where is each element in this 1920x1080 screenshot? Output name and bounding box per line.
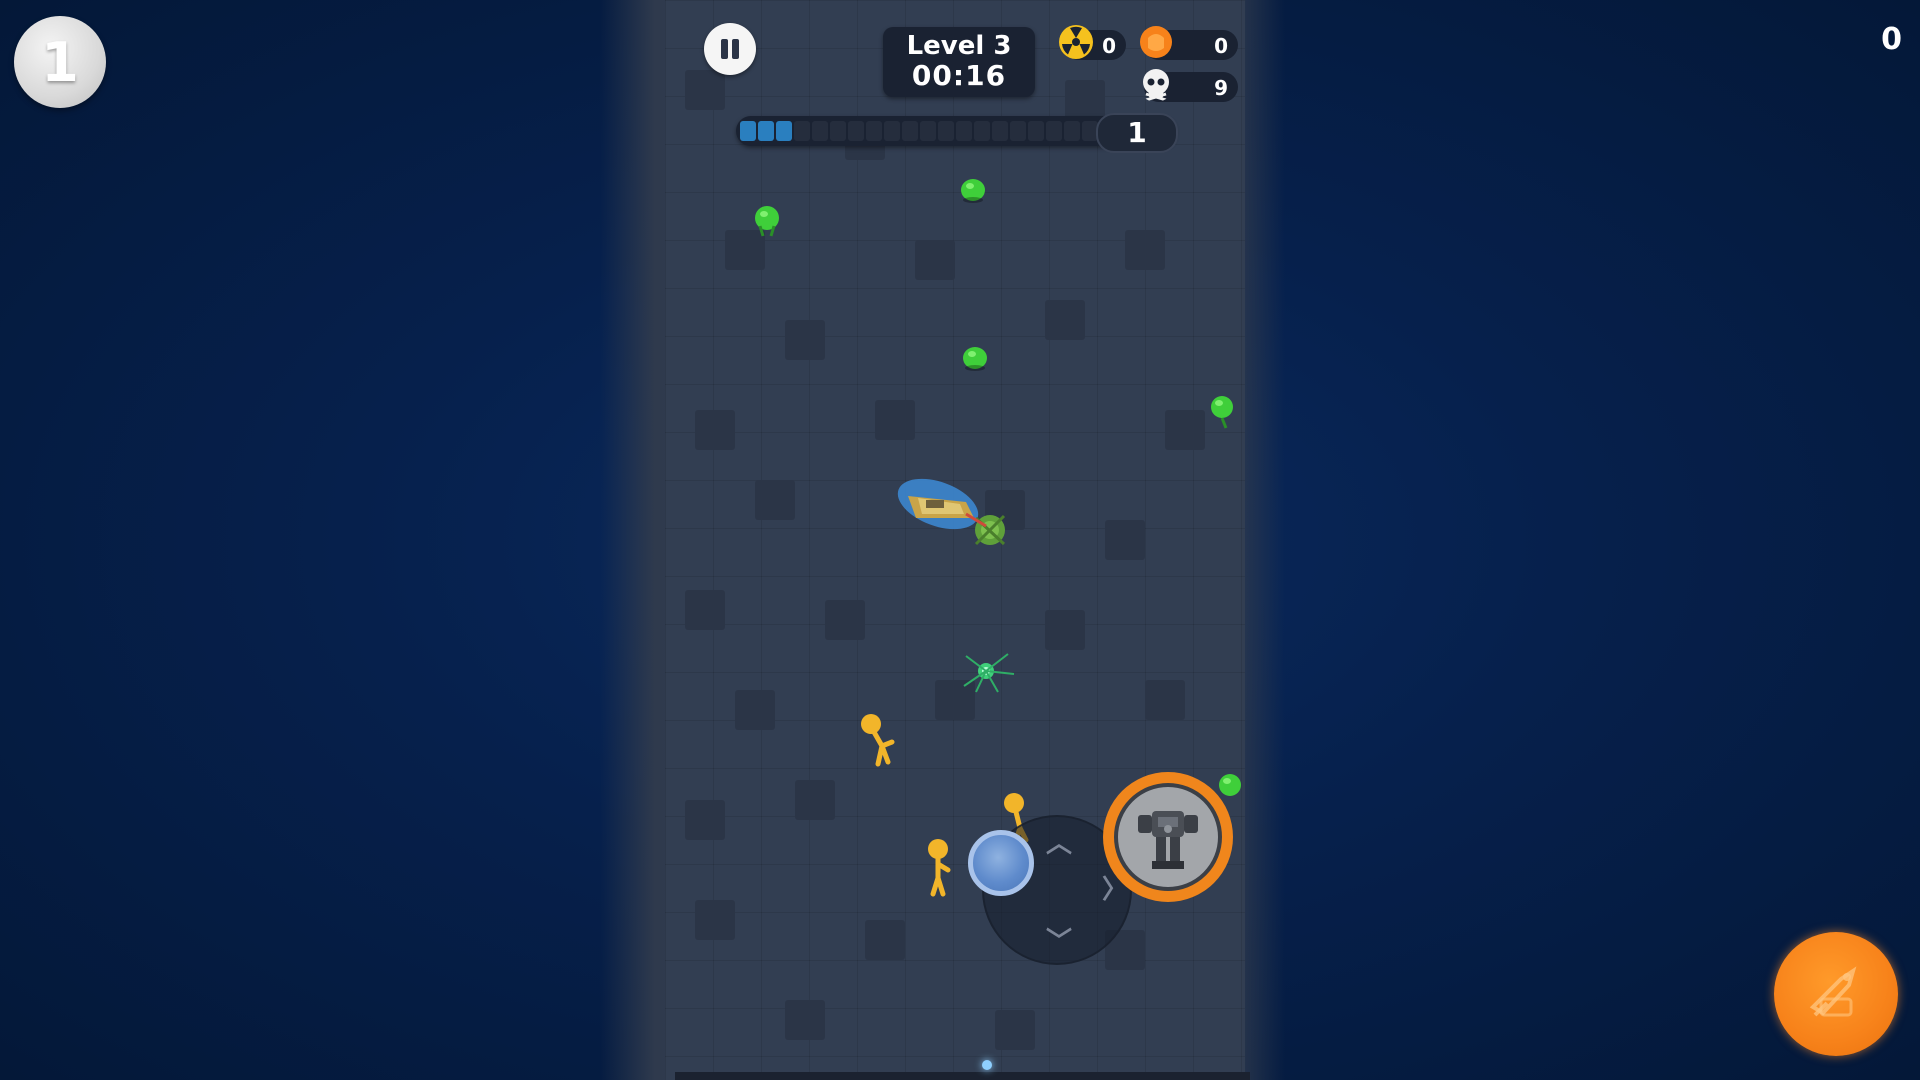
- rocket-special-icon: [1809, 966, 1857, 1017]
- spark-effect: [982, 1060, 992, 1070]
- enemy-slime: [1211, 396, 1233, 429]
- score-counter: 0: [1881, 22, 1902, 57]
- hit-splash-effect: [963, 653, 1015, 693]
- ally-survivor: [928, 839, 951, 897]
- coin-stat: 0: [1140, 26, 1238, 60]
- xp-progress-segment: [992, 121, 1008, 141]
- xp-progress-segment: [740, 121, 756, 141]
- level-title: Level 3: [906, 31, 1012, 61]
- radiation-icon: [1059, 25, 1093, 59]
- chevron-up-icon: ︿: [1046, 829, 1073, 859]
- special-ability-button[interactable]: [1774, 932, 1898, 1056]
- enemy-slime: [755, 206, 779, 237]
- chevron-down-icon: ﹀: [1046, 927, 1073, 957]
- xp-progress-segment: [812, 121, 828, 141]
- xp-progress-segment: [848, 121, 864, 141]
- enemy-slime: [961, 179, 985, 203]
- xp-progress-segment: [974, 121, 990, 141]
- kill-count: 9: [1214, 76, 1228, 100]
- xp-progress-segment: [956, 121, 972, 141]
- coin-count: 0: [1214, 34, 1228, 58]
- xp-progress-segment: [920, 121, 936, 141]
- xp-progress-segment: [794, 121, 810, 141]
- xp-progress-level: 1: [1096, 113, 1178, 153]
- skull-icon: [1143, 69, 1169, 102]
- coin-icon: [1140, 26, 1172, 58]
- xp-progress-segment: [1046, 121, 1062, 141]
- mech-robot-icon: [1138, 811, 1198, 869]
- radiation-stat: 0: [1059, 25, 1126, 60]
- xp-progress-segment: [902, 121, 918, 141]
- xp-progress-segment: [1064, 121, 1080, 141]
- level-timer-panel: Level 3 00:16: [883, 27, 1035, 97]
- kill-stat: 9: [1143, 69, 1238, 102]
- player-vehicle: [897, 478, 1006, 546]
- enemy-slime: [963, 347, 987, 371]
- xp-progress-segment: [1010, 121, 1026, 141]
- xp-progress-segment: [758, 121, 774, 141]
- level-timer: 00:16: [911, 59, 1007, 92]
- game-stage[interactable]: ︿ 〉 ﹀ 1 0 Level 3 00:16 0 0 9 1: [0, 0, 1920, 1080]
- player-level-value: 1: [41, 30, 79, 94]
- joystick-knob[interactable]: [968, 830, 1034, 896]
- xp-progress-bar: 1: [736, 113, 1178, 153]
- ally-survivor: [861, 714, 895, 767]
- xp-progress-segment: [884, 121, 900, 141]
- arena-bottom-edge: [675, 1072, 1250, 1080]
- xp-progress-segment: [866, 121, 882, 141]
- xp-progress-track: [740, 121, 1100, 141]
- xp-progress-segment: [776, 121, 792, 141]
- radiation-count: 0: [1102, 34, 1116, 58]
- mech-summon-button[interactable]: [1103, 772, 1233, 902]
- player-level-badge: 1: [14, 16, 106, 108]
- pause-icon: [719, 39, 741, 59]
- mech-button-face: [1114, 783, 1222, 891]
- xp-progress-segment: [830, 121, 846, 141]
- pause-button[interactable]: [704, 23, 756, 75]
- xp-progress-segment: [938, 121, 954, 141]
- xp-progress-segment: [1028, 121, 1044, 141]
